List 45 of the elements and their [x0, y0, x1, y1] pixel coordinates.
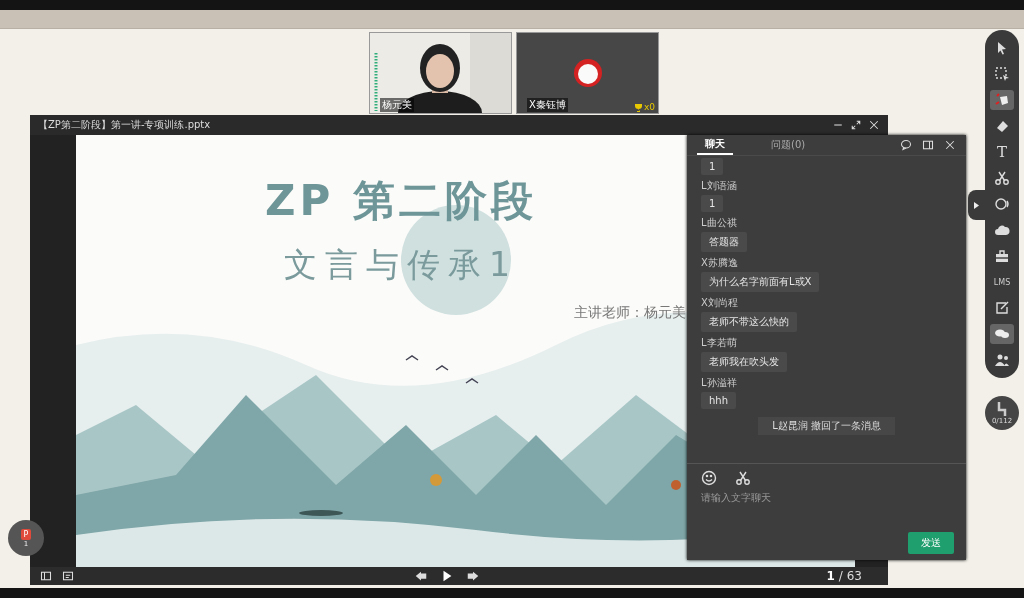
chat-input[interactable]: 请输入文字聊天: [701, 492, 901, 503]
message-bubble: hhh: [701, 392, 736, 409]
recall-notice: L赵昆润 撤回了一条消息: [758, 417, 895, 435]
chat-tab[interactable]: 问题(0): [763, 136, 814, 154]
sender-name: L刘语涵: [701, 179, 738, 193]
expand-icon: [974, 201, 979, 209]
message-bubble: 1: [701, 158, 724, 175]
toolbar-handle[interactable]: [968, 190, 985, 220]
tool-slot[interactable]: T: [990, 142, 1014, 162]
slide-title: ZP 第二阶段: [265, 175, 537, 227]
window-title: 【ZP第二阶段】第一讲-专项训练.pptx: [38, 118, 212, 132]
participant-name: 杨元美: [380, 98, 414, 112]
avatar: [572, 58, 603, 88]
tool-slot[interactable]: LMS: [990, 272, 1014, 292]
speech-bubble-icon[interactable]: [900, 139, 912, 151]
emoji-icon[interactable]: [701, 470, 717, 486]
message-bubble: 答题器: [701, 232, 747, 252]
trophy-count: x0: [643, 102, 655, 112]
participant-name: X秦钰博: [527, 98, 568, 112]
sender-name: X苏腾逸: [701, 256, 739, 270]
previous-icon[interactable]: [414, 569, 428, 583]
slide-teacher: 主讲老师：杨元美: [574, 304, 686, 322]
sidebar-icon[interactable]: [40, 570, 52, 582]
close-icon[interactable]: [868, 119, 880, 131]
sender-name: X刘尚程: [701, 296, 739, 310]
chat-tab[interactable]: 聊天: [697, 135, 733, 155]
fullscreen-icon[interactable]: [850, 119, 862, 131]
message-bubble: 为什么名字前面有L或X: [701, 272, 820, 292]
message-bubble: 老师我在吹头发: [701, 352, 787, 372]
sender-name: L曲公祺: [701, 216, 738, 230]
scissors-icon[interactable]: [735, 470, 751, 486]
notes-icon[interactable]: [62, 570, 74, 582]
text-tool-icon[interactable]: T: [997, 143, 1007, 161]
slide-subtitle: 文言与传承1: [284, 244, 518, 286]
page-counter: 1 / 63: [826, 569, 862, 583]
message-bubble: 老师不带这么快的: [701, 312, 797, 332]
close-icon[interactable]: [944, 139, 956, 151]
sender-name: L孙溢祥: [701, 376, 738, 390]
sender-name: L李若萌: [701, 336, 738, 350]
file-icon: P: [20, 528, 32, 540]
message-bubble: 1: [701, 195, 724, 212]
next-icon[interactable]: [466, 569, 480, 583]
lms-tool[interactable]: LMS: [993, 277, 1011, 287]
panel-icon[interactable]: [922, 139, 934, 151]
trophy-icon: [633, 102, 643, 112]
